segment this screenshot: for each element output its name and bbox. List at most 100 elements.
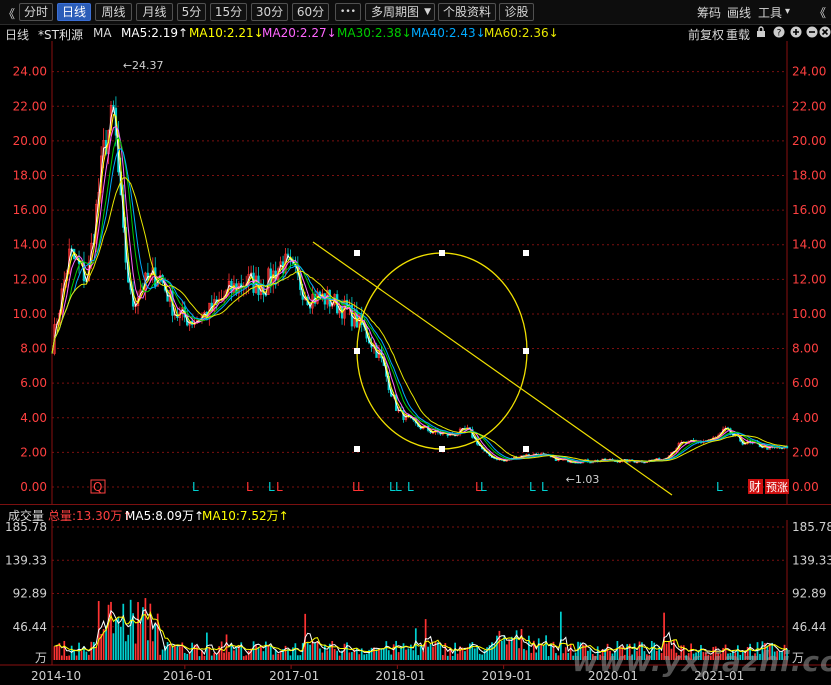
- volume-bar: [294, 643, 297, 660]
- low-price-label: ←1.03: [566, 473, 600, 486]
- volume-bar: [215, 654, 218, 660]
- y-tick-label-left: 12.00: [13, 272, 47, 286]
- tools-button[interactable]: 工具: [758, 4, 782, 21]
- y-tick-label-right: 6.00: [792, 376, 819, 390]
- y-tick-label-left: 2.00: [20, 445, 47, 459]
- volume-bar: [284, 645, 287, 660]
- volume-bar: [127, 634, 130, 660]
- tab-60min[interactable]: 60分: [292, 3, 329, 21]
- volume-bar: [306, 642, 309, 660]
- volume-bar: [343, 643, 346, 660]
- volume-bar: [235, 646, 238, 660]
- selection-handle: [523, 348, 529, 354]
- volume-bar: [387, 650, 390, 660]
- event-marker: L: [480, 480, 487, 494]
- ma-label: MA: [93, 26, 112, 40]
- volume-bar: [85, 651, 88, 660]
- q-marker: Q: [93, 480, 102, 494]
- volume-bar: [395, 640, 398, 660]
- tab-30min[interactable]: 30分: [251, 3, 288, 21]
- volume-bar: [530, 652, 533, 660]
- volume-bar: [154, 624, 157, 660]
- zoom-in-icon[interactable]: [790, 26, 802, 41]
- close-icon[interactable]: [819, 26, 831, 41]
- volume-bar: [247, 650, 250, 660]
- volume-bar: [88, 654, 90, 660]
- event-marker: L: [268, 480, 275, 494]
- event-marker: L: [716, 480, 723, 494]
- price-chart[interactable]: 24.00 24.00 22.00 22.00 20.00 20.00 18.00 18.00…: [0, 41, 831, 504]
- volume-bar: [365, 653, 368, 660]
- volume-bar: [75, 655, 78, 660]
- dropdown-caret-icon: ▼: [424, 7, 431, 17]
- volume-bar: [326, 650, 329, 660]
- diagnose-button[interactable]: 诊股: [499, 3, 534, 21]
- volume-bar: [144, 598, 147, 660]
- volume-bar: [346, 642, 348, 660]
- volume-bar: [454, 642, 457, 660]
- volume-bar: [338, 655, 341, 660]
- back-icon[interactable]: 《: [3, 5, 15, 22]
- volume-bar: [296, 655, 299, 660]
- volume-bar: [429, 643, 432, 660]
- stock-info-button[interactable]: 个股资料: [438, 3, 496, 21]
- event-marker: L: [541, 480, 548, 494]
- volume-bar: [351, 652, 353, 660]
- volume-bar: [299, 655, 302, 660]
- volume-bar: [473, 648, 476, 660]
- event-marker: L: [276, 480, 283, 494]
- tab-monthly[interactable]: 月线: [136, 3, 173, 21]
- x-tick-label: 2016-01: [163, 669, 213, 683]
- tab-daily[interactable]: 日线: [57, 3, 91, 21]
- vol-tick-label-right: 92.89: [792, 587, 826, 601]
- selection-handle: [439, 250, 445, 256]
- ma60-value: MA60:2.36↓: [484, 26, 559, 40]
- event-marker: L: [395, 480, 402, 494]
- lock-icon[interactable]: [756, 26, 766, 41]
- volume-bar: [134, 643, 137, 660]
- tab-15min[interactable]: 15分: [210, 3, 247, 21]
- tab-intraday[interactable]: 分时: [19, 3, 53, 21]
- volume-bar: [223, 652, 225, 660]
- volume-bar: [498, 630, 501, 660]
- multi-period-button[interactable]: 多周期图 ▼: [365, 3, 435, 21]
- volume-bar: [545, 635, 547, 660]
- volume-bar: [363, 654, 366, 660]
- volume-bar: [382, 648, 385, 660]
- y-tick-label-left: 14.00: [13, 238, 47, 252]
- volume-bar: [478, 653, 481, 660]
- volume-bar: [277, 653, 280, 660]
- zoom-out-icon[interactable]: [806, 26, 818, 41]
- volume-bar: [262, 651, 265, 660]
- vol-tick-label-left: 46.44: [13, 620, 47, 634]
- volume-bar: [432, 647, 434, 660]
- more-button[interactable]: •••: [335, 3, 361, 21]
- draw-line-button[interactable]: 画线: [727, 4, 751, 21]
- volume-bar: [451, 655, 454, 660]
- volume-bar: [331, 641, 334, 660]
- x-tick-label: 2017-01: [269, 669, 319, 683]
- help-icon[interactable]: ?: [773, 26, 785, 41]
- volume-bar: [90, 641, 93, 660]
- volume-bar: [319, 648, 321, 660]
- tab-weekly[interactable]: 周线: [95, 3, 132, 21]
- vol-tick-label-right: 139.33: [792, 553, 831, 567]
- volume-bar: [348, 652, 351, 660]
- chips-button[interactable]: 筹码: [697, 4, 721, 21]
- y-tick-label-left: 20.00: [13, 134, 47, 148]
- y-tick-label-right: 16.00: [792, 203, 826, 217]
- volume-bar: [311, 640, 314, 660]
- tab-5min[interactable]: 5分: [177, 3, 206, 21]
- volume-bar: [161, 649, 164, 660]
- x-tick-label: 2019-01: [482, 669, 532, 683]
- volume-bar: [390, 654, 393, 660]
- volume-bar: [213, 652, 216, 660]
- svg-text:?: ?: [777, 29, 782, 39]
- volume-bar: [139, 623, 142, 660]
- y-tick-label-left: 10.00: [13, 307, 47, 321]
- volume-bar: [56, 644, 58, 660]
- collapse-icon[interactable]: 《: [814, 4, 826, 21]
- volume-info-bar: 成交量 总量:13.30万↑ MA5:8.09万↑ MA10:7.52万↑: [0, 504, 831, 523]
- selection-handle: [354, 348, 360, 354]
- y-tick-label-left: 22.00: [13, 99, 47, 113]
